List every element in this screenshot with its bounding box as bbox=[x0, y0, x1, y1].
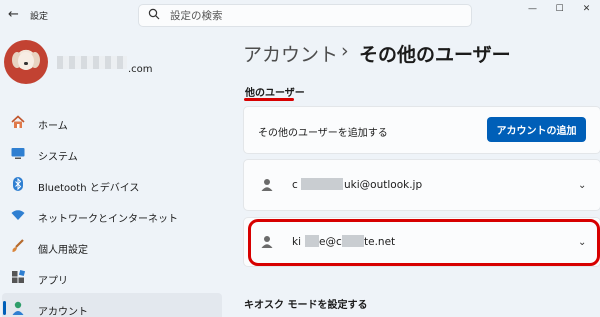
breadcrumb-parent[interactable]: アカウント bbox=[243, 40, 338, 67]
sidebar-item-label: アプリ bbox=[38, 276, 68, 287]
personalization-icon bbox=[12, 239, 24, 252]
user-icon bbox=[261, 179, 273, 191]
network-icon bbox=[11, 210, 25, 220]
account-email-prefix: c bbox=[292, 179, 298, 191]
maximize-button[interactable]: ☐ bbox=[546, 0, 573, 18]
sidebar-item-label: アカウント bbox=[38, 307, 88, 317]
accounts-icon bbox=[12, 301, 24, 315]
annotation-underline bbox=[244, 98, 294, 101]
sidebar-item-personalization[interactable] bbox=[2, 231, 222, 261]
avatar bbox=[4, 40, 48, 84]
active-indicator bbox=[3, 301, 6, 315]
sidebar-item-apps[interactable] bbox=[2, 262, 222, 292]
apps-icon bbox=[12, 269, 26, 283]
breadcrumb-chevron-icon: › bbox=[341, 40, 349, 62]
profile-email-suffix: .com bbox=[128, 64, 153, 75]
home-icon bbox=[11, 115, 25, 128]
sidebar-item-accounts[interactable] bbox=[2, 293, 222, 317]
sidebar-item-label: 個人用設定 bbox=[38, 245, 88, 256]
bluetooth-icon bbox=[13, 177, 23, 191]
search-icon bbox=[148, 8, 160, 20]
redacted-email bbox=[57, 56, 127, 69]
sidebar-item-system[interactable] bbox=[2, 138, 222, 168]
search-placeholder: 設定の検索 bbox=[170, 10, 223, 22]
add-account-button[interactable]: アカウントの追加 bbox=[487, 117, 586, 142]
section-label-kiosk: キオスク モードを設定する bbox=[244, 300, 368, 311]
account-email: uki@outlook.jp bbox=[344, 179, 423, 191]
sidebar-item-label: ホーム bbox=[38, 121, 68, 132]
sidebar-item-label: ネットワークとインターネット bbox=[38, 214, 178, 225]
app-title: 設定 bbox=[30, 12, 49, 22]
minimize-button[interactable]: — bbox=[519, 0, 546, 18]
page-title: その他のユーザー bbox=[359, 44, 511, 66]
sidebar-item-label: システム bbox=[38, 152, 78, 163]
annotation-highlight-box bbox=[248, 219, 600, 266]
sidebar-item-label: Bluetooth とデバイス bbox=[38, 183, 140, 194]
section-label-other-users: 他のユーザー bbox=[245, 88, 305, 99]
add-user-text: その他のユーザーを追加する bbox=[258, 128, 388, 139]
sidebar-item-home[interactable] bbox=[2, 107, 222, 137]
back-arrow-icon[interactable]: ← bbox=[8, 8, 22, 22]
window-controls: — ☐ ✕ bbox=[519, 0, 600, 18]
redacted-email bbox=[301, 178, 343, 190]
system-icon bbox=[11, 148, 25, 159]
close-button[interactable]: ✕ bbox=[573, 0, 600, 18]
chevron-down-icon[interactable]: ⌄ bbox=[578, 180, 588, 191]
